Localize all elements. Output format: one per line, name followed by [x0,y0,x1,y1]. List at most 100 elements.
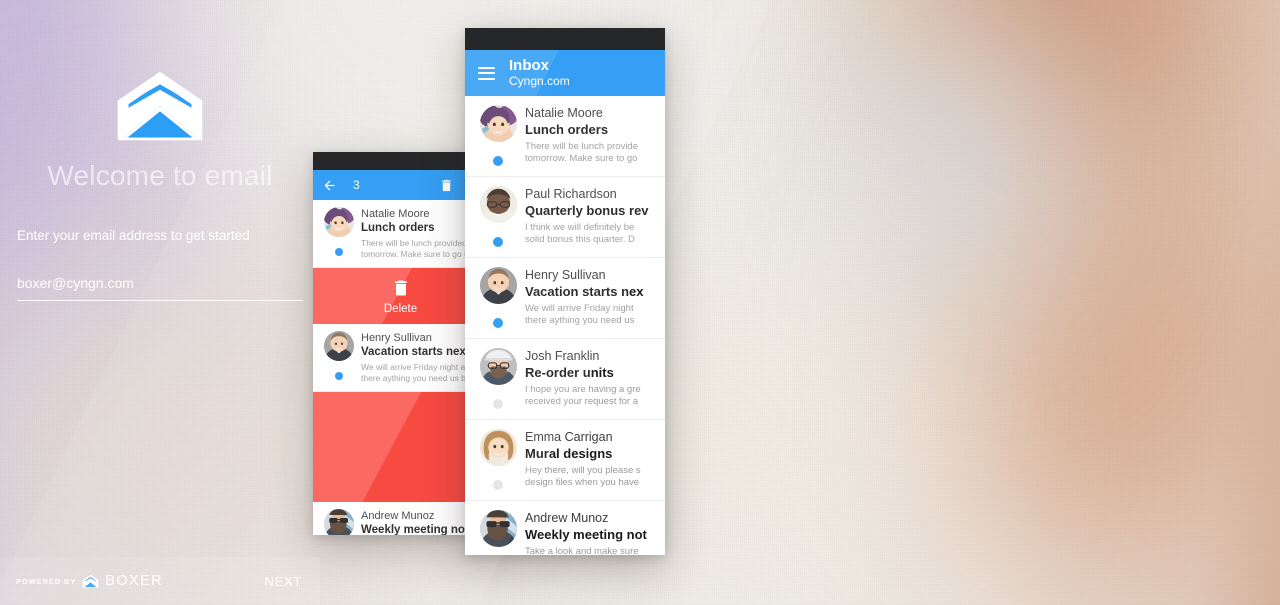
subject-line: Lunch orders [525,122,609,137]
sender-name: Natalie Moore [525,106,603,120]
sender-name: Natalie Moore [361,208,430,220]
list-item[interactable]: Henry Sullivan Vacation starts nex We wi… [465,258,665,339]
list-item[interactable]: Emma Carrigan Mural designs Hey there, w… [465,420,665,501]
list-item[interactable]: Andrew Munoz Weekly meeting notes Take a… [313,502,488,535]
natalie-moore-avatar [479,105,517,142]
subject-line: Vacation starts next w [361,346,482,358]
message-body: Josh Franklin Re-order units I hope you … [521,348,665,409]
welcome-onboarding-screen: Welcome to email Enter your email addres… [0,0,1280,605]
avatar-column [321,331,357,383]
delete-swipe-block[interactable] [313,392,488,502]
powered-by-label: POWERED BY [16,576,77,586]
message-body: Henry Sullivan Vacation starts nex We wi… [521,267,665,328]
account-domain: Cyngn.com [509,74,570,88]
boxer-envelope-icon [82,574,99,588]
preview-text: Take a look and make sure [525,546,665,555]
preview-text: We will arrive Friday night there aythin… [525,303,665,327]
preview-text: There will be lunch provide tomorrow. Ma… [525,141,665,165]
message-body: Paul Richardson Quarterly bonus rev I th… [521,186,665,247]
henry-sullivan-avatar [324,331,354,361]
page-title: Inbox [509,57,549,74]
preview-line-1: Take a look and make sure [525,546,639,555]
unread-indicator [493,156,503,166]
subject-line: Weekly meeting notes [361,524,482,535]
boxer-wordmark: BOXER [105,573,164,589]
preview-line-1: We will arrive Friday night aro [361,362,473,372]
subject-line: Lunch orders [361,222,435,234]
henry-sullivan-avatar [479,267,517,304]
preview-line-1: There will be lunch provided f [361,238,472,248]
message-body: Andrew Munoz Weekly meeting notes Take a… [357,509,482,535]
preview-line-2: tomorrow. Make sure to go to [361,248,472,259]
welcome-subtitle: Enter your email address to get started [17,228,250,243]
sender-name: Emma Carrigan [525,430,613,444]
hamburger-menu-icon[interactable] [478,66,495,80]
welcome-footer-bar: POWERED BY BOXER NEXT [0,557,320,605]
preview-line-1: Hey there, will you please s [525,465,641,476]
screenshot-stage: 3 Natalie Moore Lunch orders There will … [0,0,1280,605]
unread-indicator [335,372,343,380]
arrow-back-icon[interactable] [322,178,337,193]
preview-line-2: there aything you need us brin [361,372,476,383]
message-body: Emma Carrigan Mural designs Hey there, w… [521,429,665,490]
message-body: Henry Sullivan Vacation starts next w We… [357,331,482,383]
sender-name: Henry Sullivan [361,332,432,344]
page-title: Welcome to email [47,160,273,191]
welcome-content: Welcome to email Enter your email addres… [0,28,320,605]
read-indicator [493,399,503,409]
list-item[interactable]: Josh Franklin Re-order units I hope you … [465,339,665,420]
status-bar [465,28,665,50]
preview-text: I hope you are having a gre received you… [525,384,665,408]
josh-franklin-avatar [479,348,517,385]
paul-richardson-avatar [479,186,517,223]
preview-text: I think we will definitely be solid bonu… [525,222,665,246]
message-body: Natalie Moore Lunch orders There will be… [521,105,665,166]
powered-by-boxer: POWERED BY BOXER [16,573,163,589]
natalie-moore-avatar [324,207,354,237]
sender-name: Josh Franklin [525,349,600,363]
avatar-column [475,429,521,490]
preview-line-2: design files when you have [525,477,640,488]
unread-indicator [493,237,503,247]
preview-text: Hey there, will you please s design file… [525,465,665,489]
subject-line: Mural designs [525,446,613,461]
selection-toolbar: 3 [313,170,488,200]
preview-line-1: There will be lunch provide [525,141,639,152]
trash-icon[interactable] [439,178,454,193]
message-body: Andrew Munoz Weekly meeting not Take a l… [521,510,665,555]
selected-count: 3 [353,178,360,192]
list-item[interactable]: Paul Richardson Quarterly bonus rev I th… [465,177,665,258]
list-item[interactable]: Henry Sullivan Vacation starts next w We… [313,324,488,392]
unread-indicator [493,318,503,328]
sender-name: Andrew Munoz [525,511,609,525]
avatar-column [321,509,357,535]
subject-line: Weekly meeting not [525,527,647,542]
inbox-screen: Inbox Cyngn.com Natalie Moore Lunch orde… [465,28,665,555]
avatar-column [475,510,521,555]
avatar-column [321,207,357,259]
subject-line: Quarterly bonus rev [525,203,649,218]
subject-line: Re-order units [525,365,614,380]
preview-line-2: there aything you need us [525,315,635,326]
preview-text: There will be lunch provided f tomorrow.… [361,238,480,259]
read-indicator [493,480,503,490]
selection-mode-screen: 3 Natalie Moore Lunch orders There will … [313,152,488,535]
delete-label: Delete [383,303,418,315]
emma-carrigan-avatar [479,429,517,466]
message-body: Natalie Moore Lunch orders There will be… [357,207,480,259]
preview-text: We will arrive Friday night aro there ay… [361,362,480,383]
sender-name: Andrew Munoz [361,510,435,522]
delete-swipe-action[interactable]: Delete [313,268,488,324]
list-item[interactable]: Natalie Moore Lunch orders There will be… [465,96,665,177]
subject-line: Vacation starts nex [525,284,644,299]
preview-line-1: I think we will definitely be [525,222,635,233]
email-field[interactable]: boxer@cyngn.com [17,275,303,301]
open-envelope-icon [114,70,206,142]
inbox-title-group: Inbox Cyngn.com [509,57,570,89]
next-button[interactable]: NEXT [265,574,302,589]
avatar-column [475,267,521,328]
preview-line-2: tomorrow. Make sure to go [525,153,638,164]
unread-indicator [335,248,343,256]
list-item[interactable]: Natalie Moore Lunch orders There will be… [313,200,488,268]
list-item[interactable]: Andrew Munoz Weekly meeting not Take a l… [465,501,665,555]
